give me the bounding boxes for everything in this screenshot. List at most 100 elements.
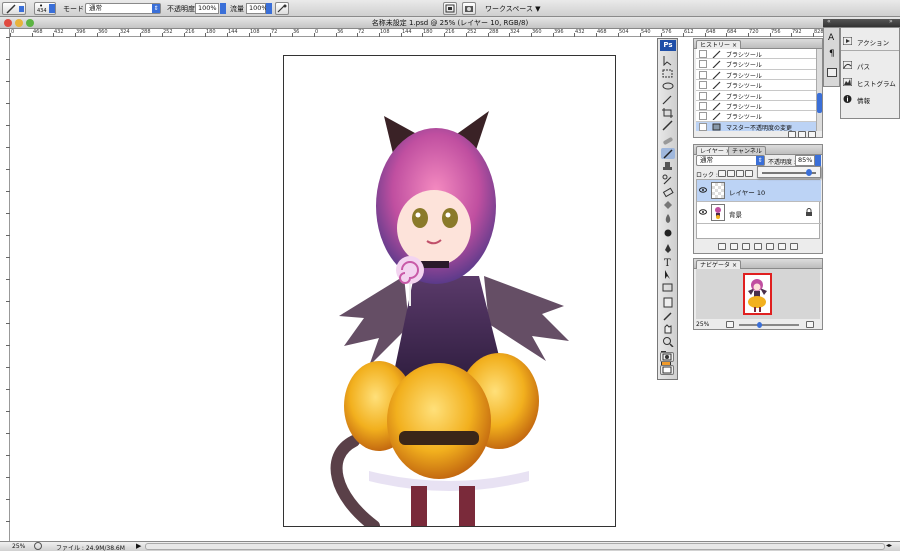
close-icon[interactable]: × (732, 262, 737, 269)
magic-wand-tool[interactable] (661, 94, 675, 105)
history-source-checkbox[interactable] (699, 91, 707, 100)
path-selection-tool[interactable] (661, 269, 675, 280)
navigator-zoom-value[interactable]: 25% (696, 321, 709, 328)
flow-slider-toggle[interactable] (266, 3, 272, 14)
marquee-tool[interactable] (661, 68, 675, 79)
dock-item-info[interactable]: 情報 (840, 90, 900, 108)
bridge-button[interactable] (462, 2, 476, 15)
history-item[interactable]: ブラシツール (696, 69, 816, 81)
layer-row-selected[interactable]: レイヤー 10 (697, 180, 821, 202)
adjustment-layer-icon[interactable] (754, 243, 762, 250)
history-brush-tool[interactable] (661, 174, 675, 185)
history-source-checkbox[interactable] (699, 112, 707, 121)
opacity-slider-toggle[interactable] (220, 3, 226, 14)
history-item-selected[interactable]: マスター不透明度の変更 (696, 121, 816, 131)
zoom-tool[interactable] (661, 336, 675, 348)
dock-item-paths[interactable]: パス (840, 56, 900, 74)
history-item[interactable]: ブラシツール (696, 111, 816, 122)
brush-picker[interactable]: • 434 (34, 2, 56, 15)
new-layer-icon[interactable] (778, 243, 786, 250)
brush-tool[interactable] (661, 148, 675, 159)
new-group-icon[interactable] (766, 243, 774, 250)
mode-select[interactable]: 通常 ⇕ (85, 3, 161, 14)
layer-name[interactable]: レイヤー 10 (729, 187, 765, 197)
layer-style-icon[interactable] (730, 243, 738, 250)
history-item[interactable]: ブラシツール (696, 101, 816, 112)
trash-icon[interactable] (808, 131, 816, 138)
tab-channels[interactable]: チャンネル (728, 146, 766, 155)
pen-tool[interactable] (661, 243, 675, 254)
move-tool[interactable] (661, 55, 675, 67)
healing-tool[interactable] (661, 135, 675, 146)
tab-history[interactable]: ヒストリー × (696, 40, 741, 49)
lasso-tool[interactable] (661, 81, 675, 92)
type-tool[interactable]: T (661, 256, 675, 269)
history-source-checkbox[interactable] (699, 122, 707, 131)
dock-item-histogram[interactable]: ヒストグラム (840, 73, 900, 91)
layer-row[interactable]: 背景 (697, 202, 821, 224)
document-canvas[interactable] (283, 55, 616, 527)
dock-item-actions[interactable]: アクション (840, 32, 900, 50)
workspace-menu[interactable]: ワークスペース ▼ (485, 4, 541, 14)
blend-mode-select[interactable]: 通常 ⇕ (696, 155, 765, 166)
dock-header[interactable]: « » (823, 18, 900, 27)
paint-bucket-tool[interactable] (661, 200, 675, 211)
navigator-zoom-slider[interactable] (739, 322, 799, 328)
history-scrollbar[interactable] (816, 49, 822, 131)
opacity-popup-slider[interactable] (757, 166, 821, 178)
history-item[interactable]: ブラシツール (696, 49, 816, 60)
layer-mask-icon[interactable] (742, 243, 750, 250)
slice-tool[interactable] (661, 120, 675, 131)
quick-mask-button[interactable] (660, 352, 674, 362)
history-item[interactable]: ブラシツール (696, 80, 816, 91)
navigator-preview[interactable] (696, 269, 820, 319)
clone-source-icon[interactable] (827, 68, 837, 77)
eye-icon[interactable] (699, 208, 707, 216)
screen-mode-button[interactable] (660, 365, 674, 375)
zoom-out-icon[interactable] (726, 321, 734, 328)
toggle-palettes-button[interactable] (443, 2, 457, 15)
status-zoom[interactable]: 25% (12, 543, 25, 550)
lock-transparency-icon[interactable] (718, 170, 726, 177)
history-source-checkbox[interactable] (699, 102, 707, 110)
clone-stamp-tool[interactable] (661, 161, 675, 172)
history-source-checkbox[interactable] (699, 60, 707, 69)
lock-position-icon[interactable] (736, 170, 744, 177)
scroll-arrows-icon[interactable]: ◂▸ (886, 542, 892, 549)
character-icon[interactable]: A (828, 33, 834, 43)
flow-field[interactable]: 100% (246, 3, 268, 14)
airbrush-button[interactable] (275, 2, 289, 15)
dodge-tool[interactable] (661, 228, 675, 239)
zoom-in-icon[interactable] (806, 321, 814, 328)
navigator-zoom-thumb[interactable] (757, 322, 762, 328)
history-item[interactable]: ブラシツール (696, 59, 816, 70)
new-document-from-state-button[interactable] (788, 131, 796, 138)
ps-logo[interactable]: Ps (660, 40, 676, 51)
eraser-tool[interactable] (661, 187, 675, 198)
eye-icon[interactable] (699, 186, 707, 194)
lock-all-icon[interactable] (745, 170, 753, 177)
layer-name[interactable]: 背景 (729, 209, 742, 219)
slider-thumb[interactable] (806, 169, 812, 176)
status-menu-arrow-icon[interactable]: ▶ (136, 542, 141, 550)
history-source-checkbox[interactable] (699, 50, 707, 58)
paragraph-icon[interactable]: ¶ (829, 49, 835, 59)
opacity-field[interactable]: 100% (195, 3, 219, 14)
tool-preset-picker[interactable] (2, 2, 26, 15)
crop-tool[interactable] (661, 107, 675, 118)
tab-navigator[interactable]: ナビゲータ × (696, 260, 741, 269)
history-scroll-thumb[interactable] (817, 93, 822, 113)
trash-icon[interactable] (790, 243, 798, 250)
expand-icon[interactable]: » (889, 18, 893, 25)
history-item[interactable]: ブラシツール (696, 90, 816, 101)
history-source-checkbox[interactable] (699, 70, 707, 79)
layer-opacity-slider-toggle[interactable] (815, 155, 821, 166)
link-layers-icon[interactable] (718, 243, 726, 250)
history-source-checkbox[interactable] (699, 81, 707, 90)
new-snapshot-button[interactable] (798, 131, 806, 138)
layer-opacity-field[interactable]: 85% (795, 155, 815, 166)
hand-tool[interactable] (661, 323, 675, 334)
eyedropper-tool[interactable] (661, 310, 675, 321)
navigator-view-box[interactable] (743, 273, 772, 315)
status-info-icon[interactable] (34, 542, 42, 550)
